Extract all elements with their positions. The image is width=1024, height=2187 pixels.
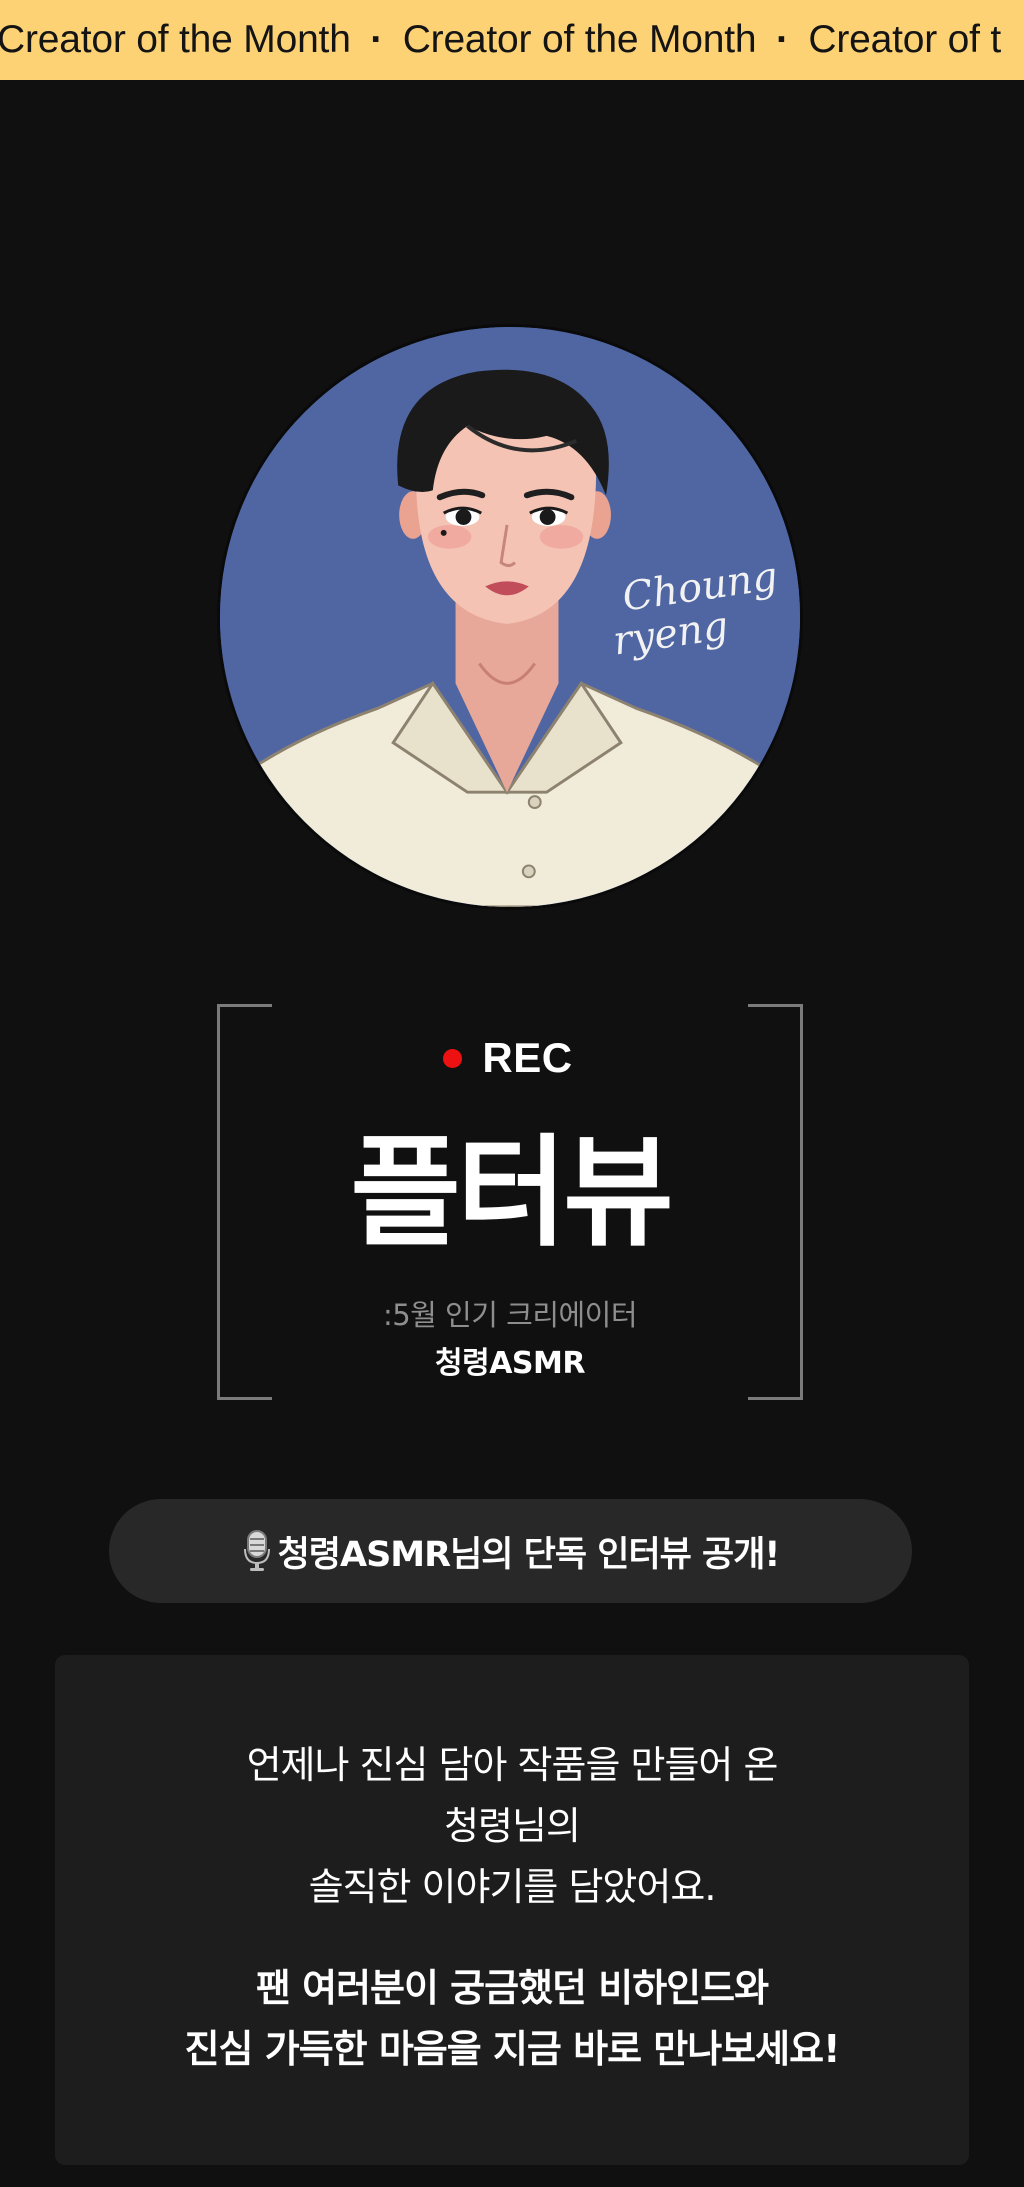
rec-indicator: REC — [217, 1034, 803, 1082]
interview-button[interactable]: 청령ASMR님의 단독 인터뷰 공개! — [109, 1499, 912, 1603]
rec-frame: REC 플터뷰 :5월 인기 크리에이터 청령ASMR — [217, 1004, 803, 1400]
description-line: 솔직한 이야기를 담았어요. — [308, 1865, 717, 1909]
description-line: 청령님의 — [444, 1804, 581, 1848]
interview-button-label: 청령ASMR님의 단독 인터뷰 공개! — [277, 1534, 781, 1575]
creator-of-month-banner: Creator of the Month · Creator of the Mo… — [0, 0, 1024, 80]
recording-dot-icon — [443, 1048, 463, 1068]
description-highlight-line: 진심 가득한 마음을 지금 바로 만나보세요! — [184, 2027, 841, 2071]
banner-text: Creator of the Month — [0, 18, 351, 61]
banner-track: Creator of the Month · Creator of the Mo… — [0, 0, 1001, 80]
creator-name: 청령ASMR — [435, 1346, 585, 1381]
subtitle: :5월 인기 크리에이터 — [382, 1298, 638, 1332]
banner-text: Creator of the Month — [402, 18, 757, 61]
interview-button-content: 청령ASMR님의 단독 인터뷰 공개! — [242, 1526, 780, 1577]
description-card: 언제나 진심 담아 작품을 만들어 온 청령님의 솔직한 이야기를 담았어요. … — [55, 1655, 969, 2165]
description-line: 언제나 진심 담아 작품을 만들어 온 — [246, 1743, 779, 1787]
description-highlight-line: 팬 여러분이 궁금했던 비하인드와 — [255, 1966, 769, 2010]
page: Creator of the Month · Creator of the Mo… — [0, 0, 1024, 2187]
banner-separator: · — [775, 18, 789, 61]
creator-avatar: Choung ryeng — [217, 324, 803, 910]
description-text: 언제나 진심 담아 작품을 만들어 온 청령님의 솔직한 이야기를 담았어요. … — [55, 1735, 969, 2080]
description-spacer — [55, 1918, 969, 1958]
banner-separator: · — [370, 18, 384, 61]
microphone-icon — [243, 1530, 270, 1571]
avatar-illustration: Choung ryeng — [220, 327, 800, 907]
page-title: 플터뷰 — [350, 1124, 673, 1263]
rec-label: REC — [482, 1034, 573, 1081]
banner-text: Creator of t — [808, 18, 1002, 61]
